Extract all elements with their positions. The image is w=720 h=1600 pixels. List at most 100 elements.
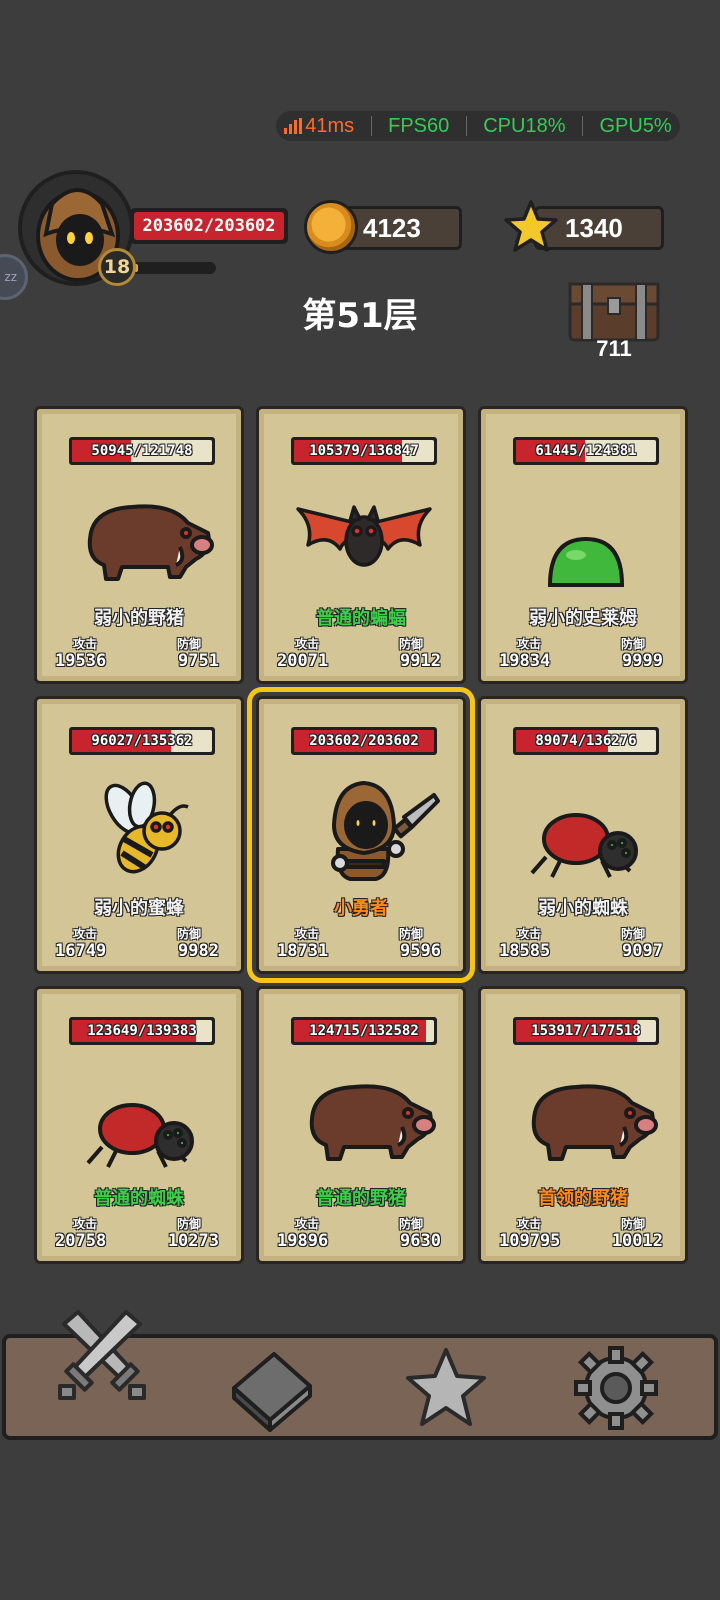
card-hp-text: 105379/136847 — [309, 443, 419, 459]
divider — [581, 116, 583, 136]
monster-card[interactable]: 123649/139383 普通的蜘蛛 攻击 防御 20758 10273 — [34, 986, 244, 1264]
defense-label: 防御 — [621, 927, 646, 941]
attack-label: 攻击 — [73, 1217, 98, 1231]
ping-readout: 41ms — [284, 115, 354, 138]
defense-label: 防御 — [177, 1217, 202, 1231]
card-hp-text: 96027/135362 — [91, 733, 193, 749]
star-icon[interactable] — [398, 1340, 494, 1436]
cpu-value: CPU18% — [483, 114, 566, 137]
card-hp-bar: 203602/203602 — [291, 727, 437, 755]
divider — [370, 116, 372, 136]
player-hp-bar: 203602/203602 — [130, 208, 288, 244]
card-name: 弱小的史莱姆 — [529, 608, 637, 629]
defense-label: 防御 — [399, 637, 424, 651]
boar-icon — [284, 1055, 444, 1181]
defense-label: 防御 — [399, 1217, 424, 1231]
defense-label: 防御 — [621, 637, 646, 651]
card-hp-text: 123649/139383 — [87, 1023, 197, 1039]
attack-label: 攻击 — [517, 927, 542, 941]
gear-icon[interactable] — [568, 1340, 664, 1436]
hp-track: 61445/124381 — [516, 440, 656, 462]
crossed-swords-icon[interactable] — [54, 1306, 150, 1402]
card-hp-bar: 123649/139383 — [69, 1017, 215, 1045]
boar-icon — [506, 1055, 666, 1181]
star-icon — [504, 200, 558, 252]
card-name: 普通的蝙蝠 — [316, 608, 406, 629]
card-name: 普通的蜘蛛 — [94, 1188, 184, 1209]
gold-coin-icon — [304, 200, 358, 254]
attack-label: 攻击 — [517, 637, 542, 651]
treasure-chest-icon[interactable] — [566, 280, 662, 344]
attack-value: 18585 — [499, 941, 551, 961]
defense-value: 9751 — [178, 651, 219, 671]
card-hp-bar: 89074/136276 — [513, 727, 659, 755]
attack-label: 攻击 — [73, 637, 98, 651]
card-name: 弱小的蜘蛛 — [538, 898, 628, 919]
spider-icon — [506, 765, 666, 891]
attack-label: 攻击 — [295, 1217, 320, 1231]
chest-count: 711 — [596, 336, 632, 361]
card-hp-bar: 50945/121748 — [69, 437, 215, 465]
card-hp-bar: 105379/136847 — [291, 437, 437, 465]
defense-value: 9097 — [622, 941, 663, 961]
gpu-value: GPU5% — [599, 114, 672, 137]
card-name: 小勇者 — [334, 898, 388, 919]
defense-label: 防御 — [177, 637, 202, 651]
monster-card[interactable]: 96027/135362 弱小的蜜蜂攻击 防御 16749 9982 — [34, 696, 244, 974]
card-hp-bar: 96027/135362 — [69, 727, 215, 755]
spider-icon — [62, 1055, 222, 1181]
monster-card[interactable]: 50945/121748 弱小的野猪 攻击 防御 19536 9751 — [34, 406, 244, 684]
gold-amount: 4123 — [363, 212, 421, 243]
card-hp-text: 89074/136276 — [535, 733, 637, 749]
attack-value: 109795 — [499, 1231, 561, 1251]
card-name: 弱小的蜜蜂 — [94, 898, 184, 919]
monster-grid: 50945/121748 弱小的野猪 攻击 防御 19536 9751 105379/136… — [34, 406, 688, 1264]
defense-value: 10012 — [611, 1231, 663, 1251]
monster-card[interactable]: 61445/124381 弱小的史莱姆 攻击 防御 19834 9999 — [478, 406, 688, 684]
monster-card[interactable]: 105379/136847 普通的蝙蝠攻击 防御 20071 9912 — [256, 406, 466, 684]
boar-icon — [62, 475, 222, 601]
star-amount: 1340 — [565, 212, 623, 243]
hero-card[interactable]: 203602/203602 小勇者 攻击 防御 18731 9596 — [247, 687, 475, 983]
card-hp-text: 203602/203602 — [309, 733, 419, 749]
defense-label: 防御 — [399, 927, 424, 941]
attack-label: 攻击 — [73, 927, 98, 941]
slime-icon — [506, 475, 666, 601]
defense-value: 9630 — [400, 1231, 441, 1251]
attack-label: 攻击 — [295, 927, 320, 941]
hp-track: 105379/136847 — [294, 440, 434, 462]
monster-card[interactable]: 89074/136276 弱小的蜘蛛攻击 防御 18585 9097 — [478, 696, 688, 974]
hp-track: 203602/203602 — [294, 730, 434, 752]
hp-track: 153917/177518 — [516, 1020, 656, 1042]
hero-icon — [284, 765, 444, 891]
card-hp-text: 124715/132582 — [309, 1023, 419, 1039]
bottom-nav — [2, 1310, 718, 1440]
attack-value: 20071 — [277, 651, 329, 671]
hp-track: 96027/135362 — [72, 730, 212, 752]
monster-card[interactable]: 124715/132582 普通的野猪 攻击 防御 19896 9630 — [256, 986, 466, 1264]
attack-value: 19896 — [277, 1231, 329, 1251]
player-hp-text: 203602/203602 — [134, 212, 284, 240]
book-icon[interactable] — [224, 1340, 320, 1436]
divider — [465, 116, 467, 136]
attack-value: 20758 — [55, 1231, 107, 1251]
card-hp-bar: 61445/124381 — [513, 437, 659, 465]
attack-label: 攻击 — [295, 637, 320, 651]
bee-icon — [62, 765, 222, 891]
attack-value: 16749 — [55, 941, 107, 961]
defense-label: 防御 — [621, 1217, 646, 1231]
defense-value: 9912 — [400, 651, 441, 671]
hp-track: 124715/132582 — [294, 1020, 434, 1042]
card-hp-bar: 124715/132582 — [291, 1017, 437, 1045]
card-name: 首领的野猪 — [538, 1188, 628, 1209]
ping-value: 41ms — [305, 114, 355, 137]
attack-label: 攻击 — [517, 1217, 542, 1231]
hp-track: 123649/139383 — [72, 1020, 212, 1042]
card-hp-bar: 153917/177518 — [513, 1017, 659, 1045]
defense-value: 9982 — [178, 941, 219, 961]
card-name: 弱小的野猪 — [94, 608, 184, 629]
card-hp-text: 153917/177518 — [531, 1023, 641, 1039]
monster-card[interactable]: 153917/177518 首领的野猪攻击 防御 109795 10012 — [478, 986, 688, 1264]
defense-value: 9596 — [400, 941, 441, 961]
defense-label: 防御 — [177, 927, 202, 941]
